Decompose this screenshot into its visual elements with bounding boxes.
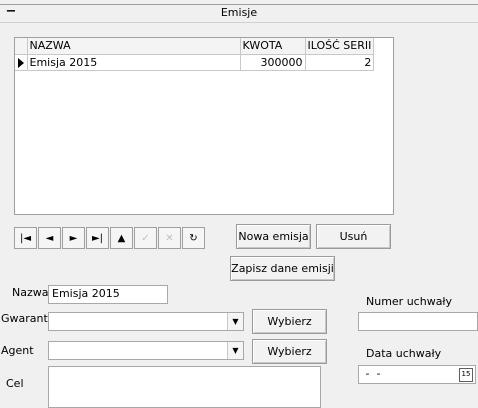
- cel-textarea[interactable]: [48, 366, 321, 408]
- column-header-ilosc[interactable]: ILOŚĆ SERII: [305, 38, 375, 55]
- first-icon[interactable]: |◄: [14, 227, 37, 249]
- prev-icon[interactable]: ◄: [38, 227, 61, 249]
- data-uchwaly-datepicker[interactable]: - - 15: [358, 365, 476, 384]
- grid-header-row: NAZWA KWOTA ILOŚĆ SERII: [15, 38, 375, 55]
- emisje-grid[interactable]: NAZWA KWOTA ILOŚĆ SERII Emisja 2015 3000…: [14, 37, 394, 215]
- column-header-kwota[interactable]: KWOTA: [240, 38, 306, 55]
- numer-uchwaly-label: Numer uchwały: [366, 295, 453, 308]
- data-uchwaly-value: - -: [362, 367, 381, 380]
- chevron-down-icon[interactable]: ▼: [227, 342, 243, 359]
- next-icon[interactable]: ►: [62, 227, 85, 249]
- nazwa-input[interactable]: Emisja 2015: [48, 285, 168, 304]
- data-uchwaly-label: Data uchwały: [366, 347, 442, 360]
- gwarant-label: Gwarant: [1, 312, 48, 325]
- last-icon[interactable]: ►|: [86, 227, 109, 249]
- panel-titlebar: − Emisje: [0, 4, 478, 23]
- numer-uchwaly-input[interactable]: [358, 312, 478, 331]
- row-indicator: [15, 54, 28, 71]
- save-emission-button[interactable]: Zapisz dane emisji: [230, 256, 335, 281]
- cel-label: Cel: [6, 377, 24, 390]
- edit-icon[interactable]: ✓: [134, 227, 157, 249]
- grid-header-indicator: [15, 38, 28, 55]
- wybierz-gwarant-button[interactable]: Wybierz: [252, 309, 327, 334]
- delete-icon[interactable]: ✕: [158, 227, 181, 249]
- chevron-down-icon[interactable]: ▼: [227, 313, 243, 330]
- panel-title: Emisje: [220, 6, 258, 19]
- new-emission-button[interactable]: Nowa emisja: [236, 224, 311, 249]
- gwarant-select[interactable]: ▼: [48, 312, 244, 331]
- grid-table: NAZWA KWOTA ILOŚĆ SERII Emisja 2015 3000…: [15, 38, 375, 71]
- calendar-icon[interactable]: 15: [459, 368, 473, 382]
- current-row-icon: [17, 57, 24, 68]
- agent-select[interactable]: ▼: [48, 341, 244, 360]
- insert-icon[interactable]: ▲: [110, 227, 133, 249]
- delete-button[interactable]: Usuń: [316, 224, 391, 249]
- db-navigator: |◄ ◄ ► ►| ▲ ✓ ✕ ↻: [14, 227, 206, 251]
- wybierz-agent-button[interactable]: Wybierz: [252, 339, 327, 364]
- cell-nazwa[interactable]: Emisja 2015: [27, 54, 241, 71]
- column-header-nazwa[interactable]: NAZWA: [27, 38, 241, 55]
- cell-kwota[interactable]: 300000: [240, 54, 306, 71]
- table-row[interactable]: Emisja 2015 300000 2: [15, 54, 375, 71]
- agent-label: Agent: [1, 344, 34, 357]
- cell-ilosc[interactable]: 2: [305, 54, 375, 71]
- nazwa-label: Nazwa: [12, 286, 49, 299]
- refresh-icon[interactable]: ↻: [182, 227, 205, 249]
